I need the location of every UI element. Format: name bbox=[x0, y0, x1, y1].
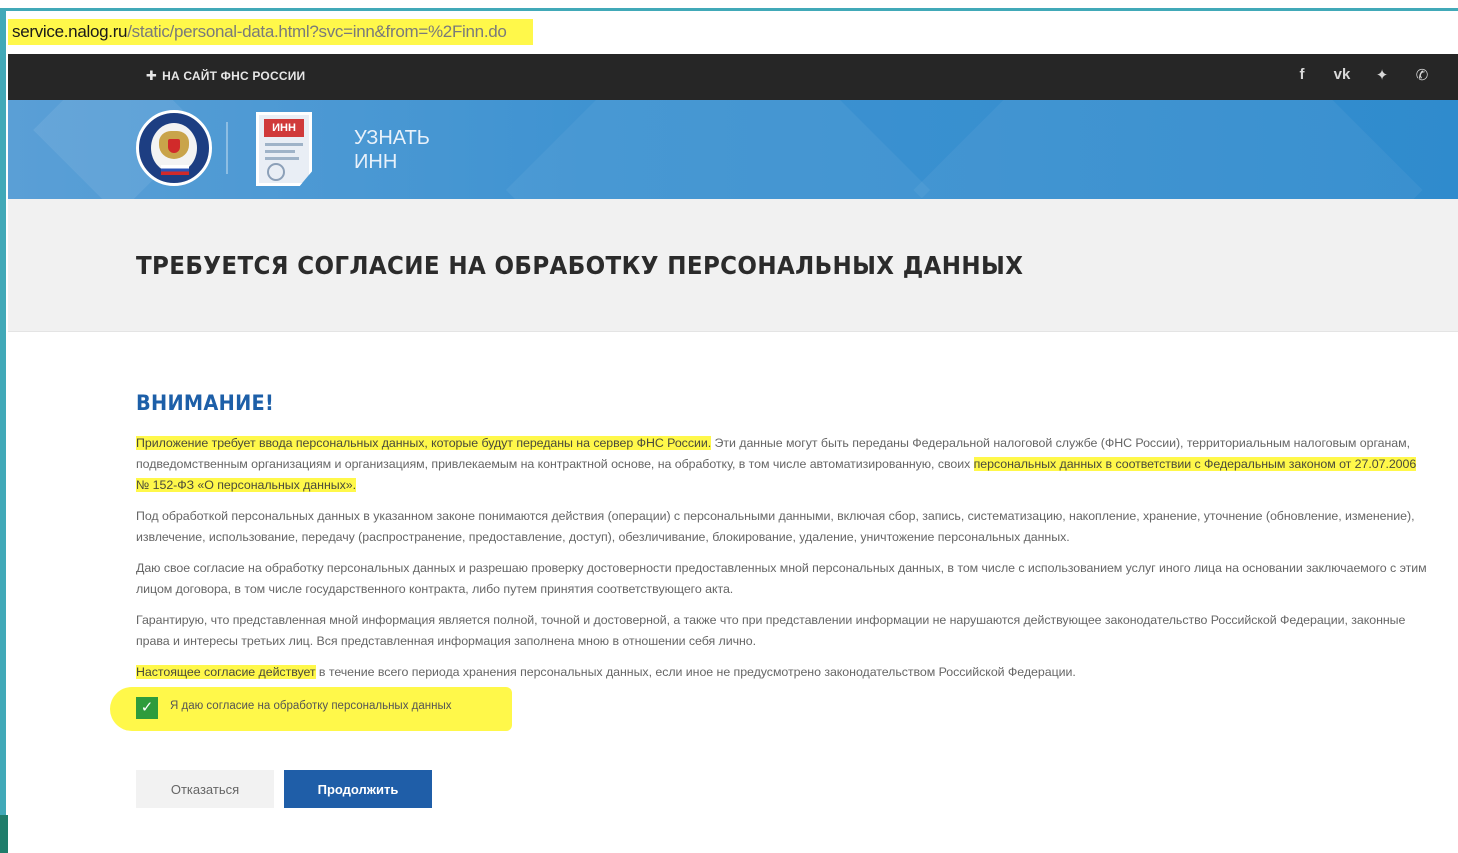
page-header: ТРЕБУЕТСЯ СОГЛАСИЕ НА ОБРАБОТКУ ПЕРСОНАЛ… bbox=[8, 199, 1458, 332]
back-link-label: НА САЙТ ФНС РОССИИ bbox=[162, 69, 306, 83]
consent-content: ВНИМАНИЕ! Приложение требует ввода персо… bbox=[110, 391, 1428, 731]
top-nav-bar: ✚ НА САЙТ ФНС РОССИИ f vk ✦ ✆ bbox=[8, 54, 1458, 100]
browser-window: service.nalog.ru/static/personal-data.ht… bbox=[8, 11, 1458, 853]
consent-checkbox[interactable]: ✓ bbox=[136, 697, 158, 719]
url-path: /static/personal-data.html?svc=inn&from=… bbox=[127, 22, 507, 41]
social-links: f vk ✦ ✆ bbox=[1292, 66, 1432, 84]
consent-checkbox-row[interactable]: ✓ Я даю согласие на обработку персональн… bbox=[110, 687, 1428, 731]
url-host: service.nalog.ru bbox=[12, 22, 128, 41]
facebook-icon[interactable]: f bbox=[1292, 66, 1312, 84]
consent-paragraph-3: Даю свое согласие на обработку персональ… bbox=[136, 561, 1427, 596]
consent-paragraph-1: Приложение требует ввода персональных да… bbox=[136, 433, 1428, 496]
decline-button[interactable]: Отказаться bbox=[136, 770, 274, 808]
vk-icon[interactable]: vk bbox=[1332, 66, 1352, 84]
address-bar[interactable]: service.nalog.ru/static/personal-data.ht… bbox=[8, 11, 1458, 53]
back-to-fns-link[interactable]: ✚ НА САЙТ ФНС РОССИИ bbox=[146, 68, 305, 84]
url-text[interactable]: service.nalog.ru/static/personal-data.ht… bbox=[8, 19, 533, 45]
service-title-line1: УЗНАТЬ bbox=[354, 127, 430, 149]
taskbar-corner bbox=[0, 815, 8, 853]
window-frame-left bbox=[0, 8, 6, 853]
page-title: ТРЕБУЕТСЯ СОГЛАСИЕ НА ОБРАБОТКУ ПЕРСОНАЛ… bbox=[136, 251, 1024, 280]
banner-divider bbox=[226, 122, 228, 174]
arrow-left-icon: ✚ bbox=[146, 68, 158, 83]
phone-icon[interactable]: ✆ bbox=[1412, 66, 1432, 84]
twitter-icon[interactable]: ✦ bbox=[1372, 66, 1392, 84]
continue-button[interactable]: Продолжить bbox=[284, 770, 432, 808]
fns-emblem-icon[interactable] bbox=[136, 110, 212, 186]
doc-badge: ИНН bbox=[264, 119, 304, 137]
attention-heading: ВНИМАНИЕ! bbox=[136, 391, 275, 415]
consent-checkbox-label[interactable]: Я даю согласие на обработку персональных… bbox=[170, 700, 451, 712]
checkmark-icon: ✓ bbox=[140, 699, 154, 716]
inn-document-icon: ИНН bbox=[256, 112, 312, 186]
consent-paragraph-4: Гарантирую, что представленная мной инфо… bbox=[136, 613, 1406, 648]
service-title-line2: ИНН bbox=[354, 151, 398, 173]
screen-top-margin bbox=[0, 0, 1458, 8]
highlighted-text: Приложение требует ввода персональных да… bbox=[136, 436, 712, 450]
service-title[interactable]: УЗНАТЬ ИНН bbox=[354, 126, 430, 174]
paragraph-text: в течение всего периода хранения персона… bbox=[315, 665, 1076, 679]
consent-paragraph-2: Под обработкой персональных данных в ука… bbox=[136, 509, 1415, 544]
highlighted-text: Настоящее согласие действует bbox=[136, 665, 316, 679]
consent-paragraph-5: Настоящее согласие действует в течение в… bbox=[136, 662, 1428, 683]
service-banner: ИНН УЗНАТЬ ИНН bbox=[8, 100, 1458, 199]
